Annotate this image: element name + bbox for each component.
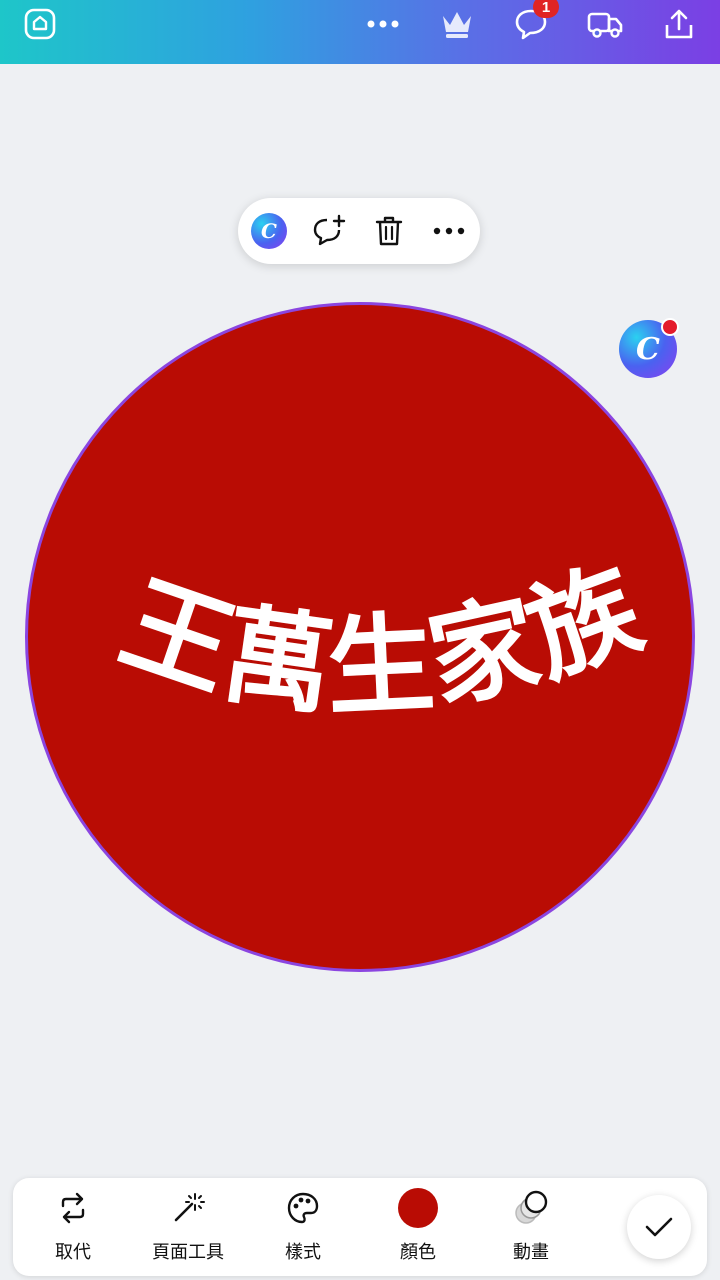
animate-button[interactable]: 動畫	[481, 1188, 581, 1268]
top-bar: 1	[0, 0, 720, 64]
page-tools-label: 頁面工具	[152, 1242, 224, 1263]
replace-button[interactable]: 取代	[23, 1188, 123, 1268]
notification-badge: 1	[533, 0, 559, 18]
more-menu-button[interactable]	[355, 4, 411, 44]
replace-icon	[61, 1192, 85, 1224]
more-icon	[433, 227, 465, 235]
design-canvas[interactable]: 王萬生家族	[25, 302, 695, 972]
color-swatch	[398, 1188, 438, 1228]
add-comment-button[interactable]	[307, 209, 351, 253]
animate-label: 動畫	[513, 1242, 549, 1263]
home-icon	[24, 8, 56, 40]
canva-assistant-icon: C	[251, 213, 287, 249]
canva-assistant-button[interactable]: C	[247, 209, 291, 253]
color-button[interactable]: 顏色	[368, 1188, 468, 1268]
canva-assistant-bubble[interactable]: C	[619, 318, 679, 380]
trash-icon	[375, 216, 403, 246]
done-button[interactable]	[627, 1195, 691, 1259]
share-icon	[665, 9, 693, 39]
replace-label: 取代	[55, 1242, 91, 1263]
comments-button[interactable]: 1	[503, 0, 559, 44]
more-icon	[367, 20, 399, 28]
color-label: 顏色	[400, 1242, 436, 1263]
curved-text-content: 王萬生家族	[107, 545, 657, 731]
curved-text[interactable]: 王萬生家族	[25, 302, 695, 972]
animation-icon	[515, 1190, 548, 1224]
svg-text:王萬生家族: 王萬生家族	[107, 545, 659, 731]
checkmark-icon	[645, 1217, 673, 1237]
delete-button[interactable]	[367, 209, 411, 253]
share-button[interactable]	[651, 4, 707, 44]
home-button[interactable]	[12, 4, 68, 44]
print-delivery-button[interactable]	[577, 4, 633, 44]
magic-wand-icon	[174, 1193, 205, 1222]
delivery-truck-icon	[587, 12, 623, 38]
page-tools-button[interactable]: 頁面工具	[138, 1188, 238, 1268]
bottom-toolbar: 取代 頁面工具 樣式 顏色 動畫	[13, 1178, 707, 1276]
crown-icon	[443, 12, 471, 38]
more-options-button[interactable]	[427, 209, 471, 253]
element-toolbar: C	[238, 198, 480, 264]
notification-dot	[661, 318, 679, 336]
premium-button[interactable]	[429, 4, 485, 44]
style-button[interactable]: 樣式	[253, 1188, 353, 1268]
palette-icon	[287, 1192, 319, 1224]
style-label: 樣式	[285, 1242, 321, 1263]
add-comment-icon	[313, 214, 346, 246]
